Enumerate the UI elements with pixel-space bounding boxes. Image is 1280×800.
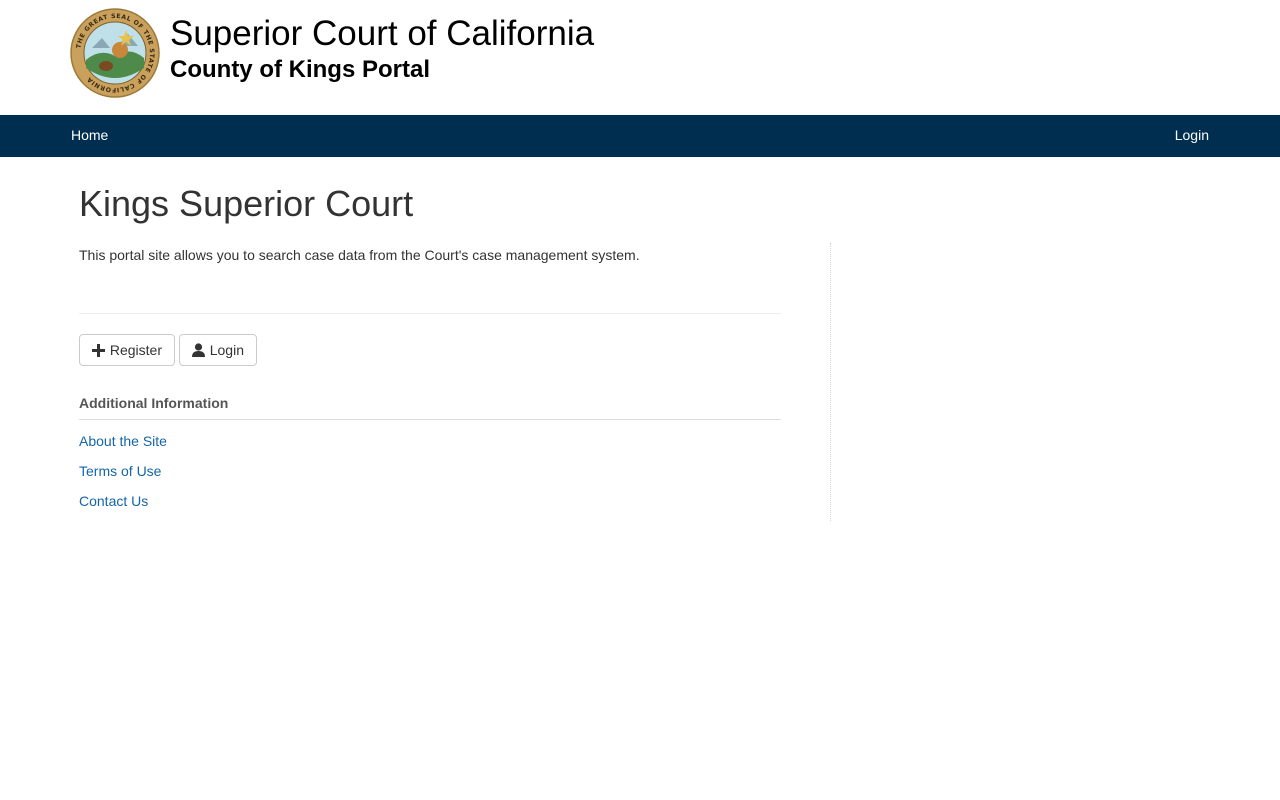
nav-login-link[interactable]: Login (1175, 127, 1209, 143)
intro-text: This portal site allows you to search ca… (79, 247, 640, 263)
section-divider (79, 419, 781, 420)
california-seal-logo: THE GREAT SEAL OF THE STATE OF CALIFORNI… (70, 8, 160, 98)
site-subtitle: County of Kings Portal (170, 56, 430, 83)
login-button[interactable]: Login (179, 334, 257, 366)
nav-home-link[interactable]: Home (71, 127, 108, 143)
terms-of-use-link[interactable]: Terms of Use (79, 461, 161, 481)
site-header: THE GREAT SEAL OF THE STATE OF CALIFORNI… (0, 0, 1280, 115)
main-navbar: Home Login (0, 115, 1280, 157)
contact-us-link[interactable]: Contact Us (79, 491, 148, 511)
register-button-label: Register (109, 342, 162, 358)
register-button[interactable]: Register (79, 334, 175, 366)
user-icon (192, 343, 206, 357)
page-title: Kings Superior Court (79, 183, 414, 224)
main-content: Kings Superior Court This portal site al… (0, 157, 1280, 800)
about-site-link[interactable]: About the Site (79, 431, 167, 451)
plus-icon (92, 343, 106, 357)
site-title: Superior Court of California (170, 14, 595, 53)
additional-info-heading: Additional Information (79, 395, 229, 411)
column-divider (830, 243, 831, 521)
site-title-block: Superior Court of California County of K… (170, 14, 594, 85)
left-column: This portal site allows you to search ca… (79, 243, 781, 521)
login-button-label: Login (209, 342, 244, 358)
divider (79, 313, 781, 314)
